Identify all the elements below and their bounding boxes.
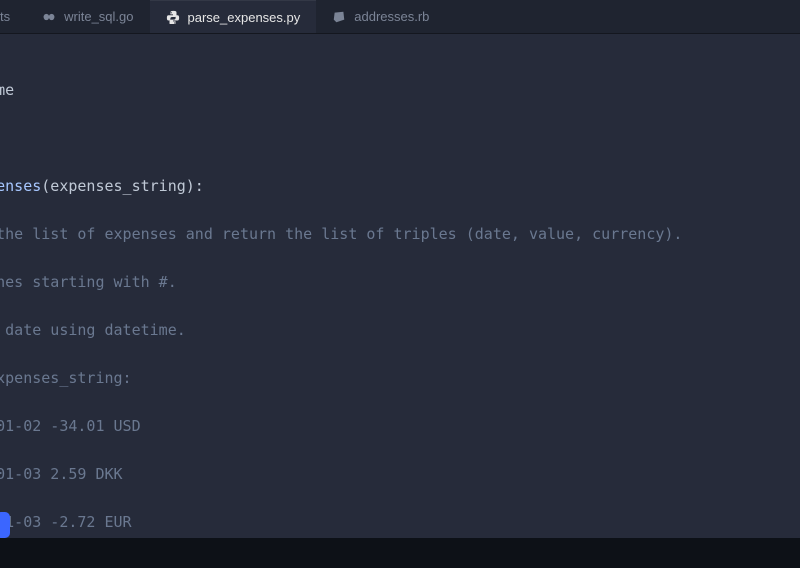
tab-parse-expenses[interactable]: parse_expenses.py	[150, 0, 317, 33]
comment: the date using datetime.	[0, 321, 186, 339]
editor-tabs: ts write_sql.go parse_expenses.py addres…	[0, 0, 800, 34]
python-icon	[166, 10, 180, 24]
ruby-icon	[332, 10, 346, 24]
code-editor[interactable]: tetime _expenses(expenses_string): rse t…	[0, 34, 800, 568]
cursor-indicator	[0, 512, 10, 538]
tab-label: addresses.rb	[354, 9, 429, 24]
comment: rse the list of expenses and return the …	[0, 225, 682, 243]
tab-addresses[interactable]: addresses.rb	[316, 0, 445, 33]
tab-ts[interactable]: ts	[0, 0, 26, 33]
tab-label: write_sql.go	[64, 9, 133, 24]
tab-write-sql[interactable]: write_sql.go	[26, 0, 149, 33]
function-name: _expenses	[0, 177, 41, 195]
comment: 016-01-03 2.59 DKK	[0, 465, 123, 483]
tab-label: ts	[0, 9, 10, 24]
tab-label: parse_expenses.py	[188, 10, 301, 25]
go-icon	[42, 10, 56, 24]
code-text: (expenses_string):	[41, 177, 204, 195]
comment: e lines starting with #.	[0, 273, 177, 291]
code-text: tetime	[0, 81, 14, 99]
comment: le expenses_string:	[0, 369, 132, 387]
comment: 016-01-03 -2.72 EUR	[0, 513, 132, 531]
editor-footer	[0, 538, 800, 568]
comment: 016-01-02 -34.01 USD	[0, 417, 141, 435]
